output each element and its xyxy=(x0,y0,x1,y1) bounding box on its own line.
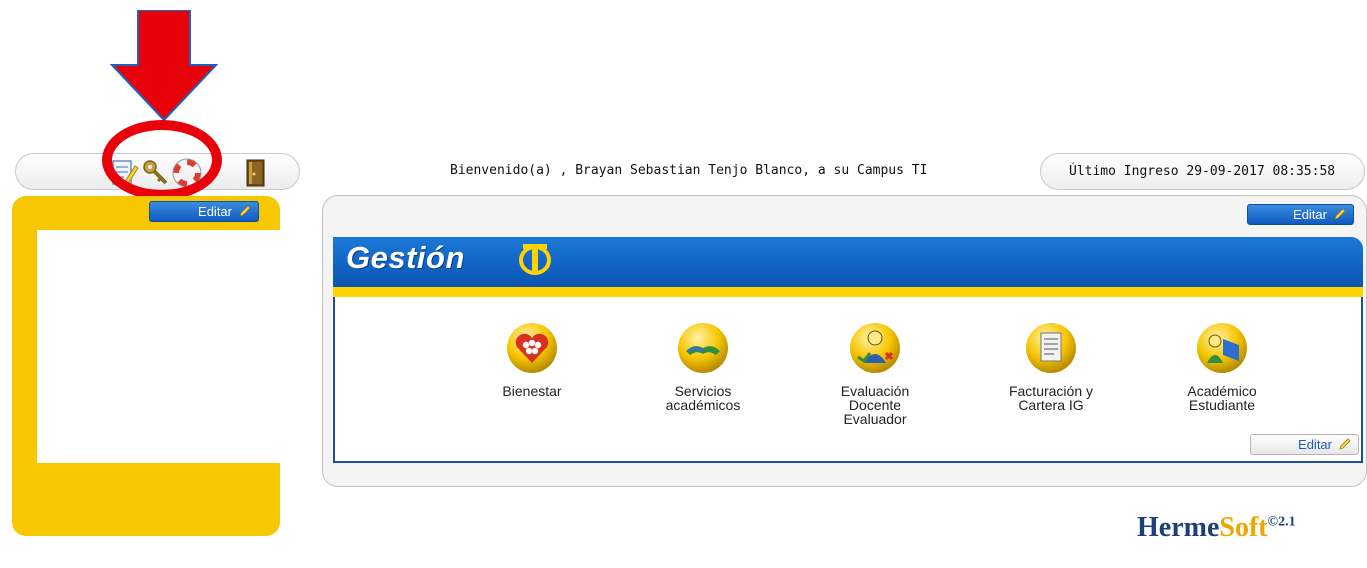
card-edit-button[interactable]: Editar xyxy=(1247,204,1354,225)
section-title: Gestión xyxy=(346,240,465,275)
module-label: Bienestar xyxy=(502,383,562,399)
heart-faces-icon xyxy=(507,323,557,373)
student-book-icon xyxy=(1197,323,1247,373)
module-bienestar[interactable]: Bienestar xyxy=(457,321,607,398)
card-edit-label: Editar xyxy=(1293,207,1327,222)
last-login-text: Último Ingreso 29-09-2017 08:35:58 xyxy=(1069,164,1336,179)
annotation-arrow xyxy=(110,10,218,122)
institution-logo-icon xyxy=(519,244,551,275)
invoice-icon xyxy=(1026,323,1076,373)
sidebar-edit-label: Editar xyxy=(198,204,232,219)
section-banner xyxy=(333,237,1363,287)
module-label: Evaluación Docente Evaluador xyxy=(840,383,910,427)
sidebar-edit-button[interactable]: Editar xyxy=(149,201,259,222)
evaluator-icon xyxy=(850,323,900,373)
module-academico-estudiante[interactable]: Académico Estudiante xyxy=(1147,321,1297,412)
modules-panel: Bienestar Servicios académicos Evaluació… xyxy=(333,297,1363,463)
handshake-icon xyxy=(678,323,728,373)
module-evaluacion-docente[interactable]: Evaluación Docente Evaluador xyxy=(800,321,950,426)
last-login-badge: Último Ingreso 29-09-2017 08:35:58 xyxy=(1040,153,1365,190)
module-label: Académico Estudiante xyxy=(1187,383,1257,413)
welcome-message: Bienvenido(a) , Brayan Sebastian Tenjo B… xyxy=(450,163,928,178)
hermesoft-logo: HermeSoft©2.1 xyxy=(1137,512,1296,544)
module-label: Servicios académicos xyxy=(665,383,741,413)
annotation-circle xyxy=(102,120,222,200)
brand-version: ©2.1 xyxy=(1267,514,1296,530)
pencil-icon xyxy=(1339,438,1351,450)
module-facturacion[interactable]: Facturación y Cartera IG xyxy=(976,321,1126,412)
modules-edit-label: Editar xyxy=(1298,437,1332,452)
banner-stripe xyxy=(333,287,1363,297)
side-panel-content xyxy=(37,230,280,463)
pencil-icon xyxy=(1334,208,1346,220)
modules-edit-button[interactable]: Editar xyxy=(1250,434,1359,455)
pencil-icon xyxy=(239,205,251,217)
module-label: Facturación y Cartera IG xyxy=(1008,383,1094,413)
exit-door-icon[interactable] xyxy=(240,158,270,188)
brand-part2: Soft xyxy=(1219,512,1268,543)
module-servicios-academicos[interactable]: Servicios académicos xyxy=(628,321,778,412)
brand-part1: Herme xyxy=(1137,512,1220,543)
